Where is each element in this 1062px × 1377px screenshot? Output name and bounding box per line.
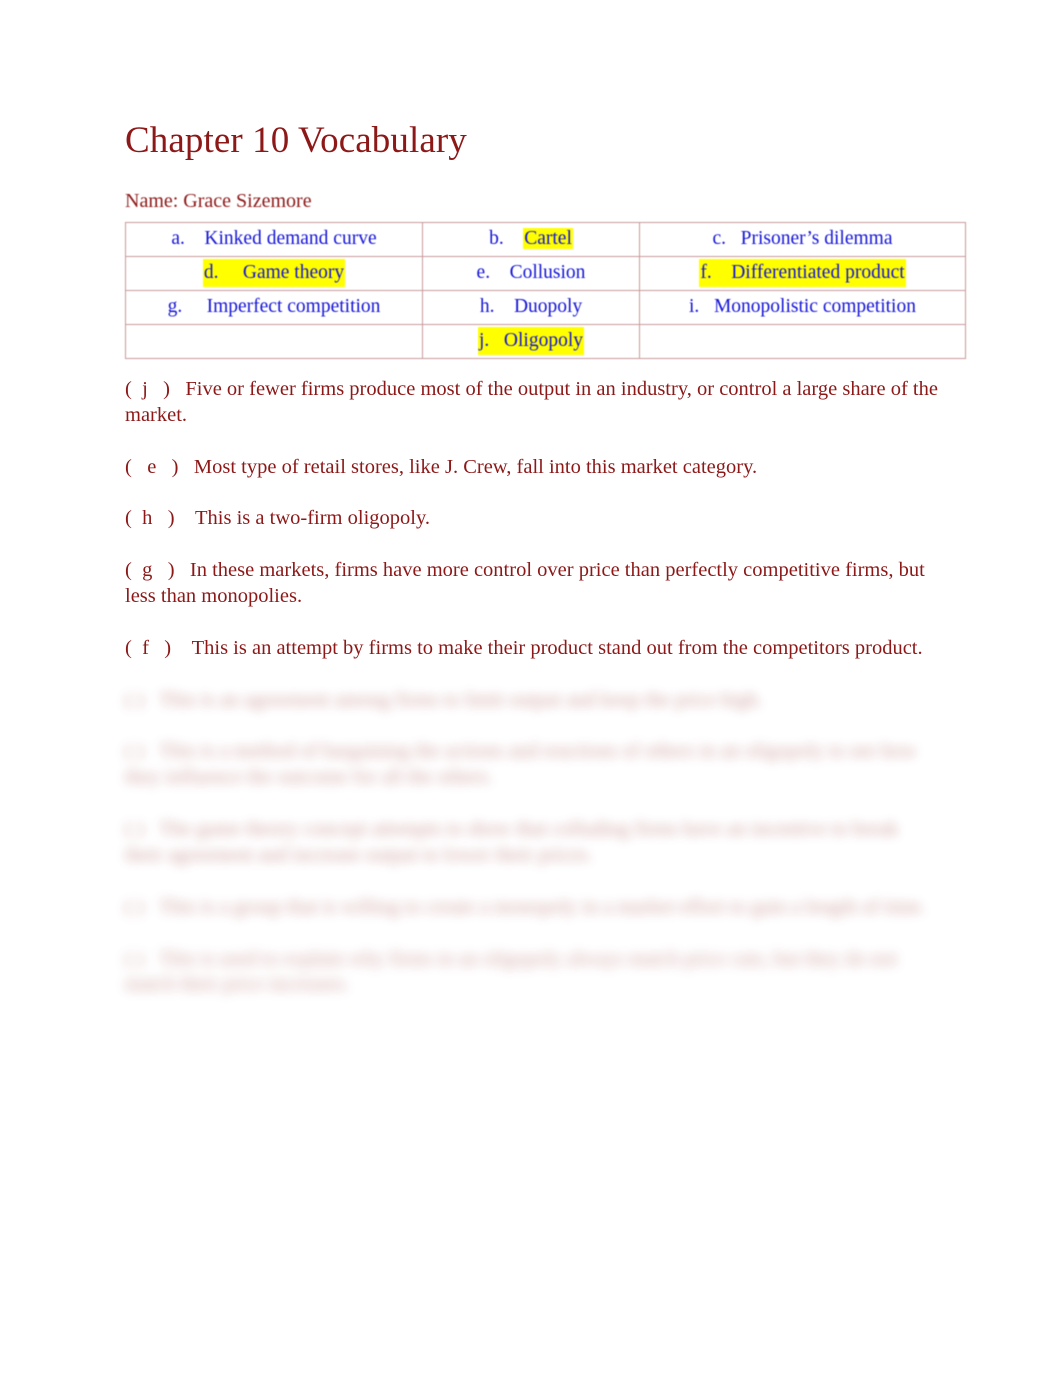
vocab-letter-h: h. [479,295,495,317]
vocab-letter-g: g. [167,295,183,317]
vocab-term-f: Differentiated product [731,261,905,283]
answers-list: ( j ) Five or fewer firms produce most o… [125,359,940,688]
table-row: a. Kinked demand curve b. Cartel c. Pris… [125,221,966,257]
vocab-term-a: Kinked demand curve [204,227,377,249]
vocab-letter-d: d. [203,261,219,283]
vocab-cell-b[interactable]: b. Cartel [422,221,640,257]
vocab-term-e: Collusion [509,261,586,283]
answer-item-2: ( e ) Most type of retail stores, like J… [125,455,940,507]
vocab-term-j: Oligopoly [503,329,583,351]
vocab-cell-empty-right[interactable] [639,323,966,359]
blurred-answer-item-5: ( ) This is used to explain why firms in… [125,947,940,1025]
blurred-answers-region: ( ) This is an agreement among firms to … [125,688,940,1025]
vocabulary-table: a. Kinked demand curve b. Cartel c. Pris… [125,221,966,359]
vocab-term-d: Game theory [242,261,345,283]
vocab-cell-g[interactable]: g. Imperfect competition [125,289,423,325]
page-title: Chapter 10 Vocabulary [125,120,467,161]
blurred-answer-marker-5[interactable]: ( ) [125,948,144,970]
answer-item-4: ( g ) In these markets, firms have more … [125,558,940,636]
answer-item-1: ( j ) Five or fewer firms produce most o… [125,377,940,455]
vocab-term-h: Duopoly [513,295,583,317]
document-page: Chapter 10 Vocabulary Name: Grace Sizemo… [0,0,1062,1377]
blurred-answer-text-1: This is an agreement among firms to limi… [159,688,763,711]
vocab-term-i: Monopolistic competition [713,295,916,317]
answer-marker-3[interactable]: ( h ) [125,507,175,529]
answer-marker-4[interactable]: ( g ) [125,559,175,581]
vocab-letter-b: b. [489,227,504,249]
answer-item-5: ( f ) This is an attempt by firms to mak… [125,636,940,688]
vocab-cell-e[interactable]: e. Collusion [422,255,640,291]
blurred-answer-item-4: ( ) This is a group that is willing to c… [125,895,940,947]
vocab-letter-c: c. [712,227,727,249]
answer-text-5: This is an attempt by firms to make thei… [191,636,923,659]
vocab-letter-i: i. [689,295,700,317]
blurred-answer-text-2: This is a method of bargaining the actio… [125,740,917,789]
vocab-cell-d[interactable]: d. Game theory [125,255,423,291]
student-name-line: Name: Grace Sizemore [125,189,312,212]
blurred-answer-marker-2[interactable]: ( ) [125,740,144,762]
vocab-cell-empty-left[interactable] [125,323,423,359]
answer-text-1: Five or fewer firms produce most of the … [125,377,938,426]
vocab-letter-e: e. [476,261,491,283]
document-content: Chapter 10 Vocabulary Name: Grace Sizemo… [125,0,966,1025]
blurred-answer-item-3: ( ) The game theory concept attempts to … [125,817,940,895]
answer-marker-5[interactable]: ( f ) [125,637,171,659]
answer-marker-2[interactable]: ( e ) [125,456,179,478]
vocab-letter-j: j. [478,329,490,351]
vocab-cell-i[interactable]: i. Monopolistic competition [639,289,966,325]
answer-text-3: This is a two-firm oligopoly. [195,507,431,530]
blurred-answer-item-2: ( ) This is a method of bargaining the a… [125,739,940,817]
table-row: d. Game theory e. Collusion f. Different… [125,255,966,291]
vocab-term-c: Prisoner’s dilemma [740,227,893,249]
answer-text-4: In these markets, firms have more contro… [125,559,925,607]
blurred-answer-text-5: This is used to explain why firms in an … [125,947,898,996]
blurred-answer-item-1: ( ) This is an agreement among firms to … [125,688,940,740]
vocab-cell-c[interactable]: c. Prisoner’s dilemma [639,221,966,257]
blurred-answer-text-4: This is a group that is willing to creat… [159,895,926,918]
vocab-letter-a: a. [171,227,185,249]
vocab-cell-h[interactable]: h. Duopoly [422,289,640,325]
table-row: j. Oligopoly [125,323,966,359]
vocab-term-g: Imperfect competition [206,295,381,317]
blurred-answer-marker-4[interactable]: ( ) [125,896,144,918]
vocab-cell-j[interactable]: j. Oligopoly [422,323,640,359]
blurred-answer-marker-3[interactable]: ( ) [125,818,144,840]
table-row: g. Imperfect competition h. Duopoly i. M… [125,289,966,325]
answer-marker-1[interactable]: ( j ) [125,378,170,400]
vocab-cell-f[interactable]: f. Differentiated product [639,255,966,291]
vocab-term-b: Cartel [523,227,573,249]
blurred-answer-marker-1[interactable]: ( ) [125,689,144,711]
vocab-cell-a[interactable]: a. Kinked demand curve [125,221,423,257]
vocab-letter-f: f. [700,261,712,283]
answer-text-2: Most type of retail stores, like J. Crew… [193,455,758,478]
answer-item-3: ( h ) This is a two-firm oligopoly. [125,506,940,558]
blurred-answer-text-3: The game theory concept attempts to show… [125,818,899,866]
